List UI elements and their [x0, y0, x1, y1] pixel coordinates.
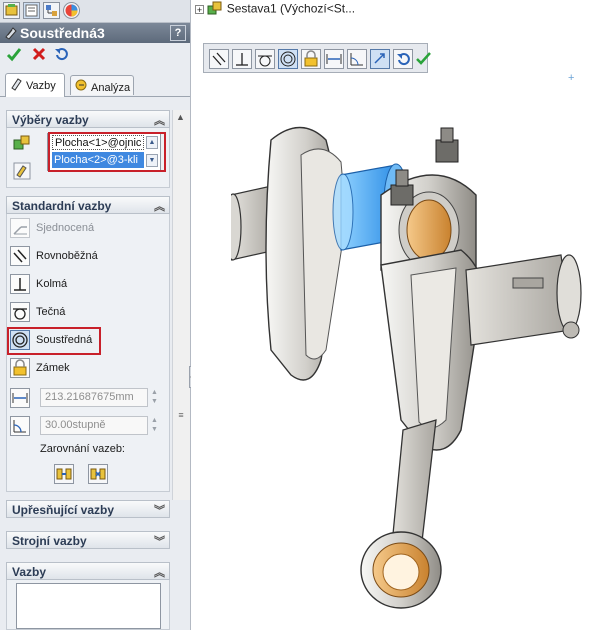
perpendicular-icon[interactable] [232, 49, 252, 69]
tab-analyza-label: Analýza [91, 82, 131, 94]
expand-icon[interactable]: + [195, 5, 204, 15]
feature-manager-tab-icon[interactable] [3, 2, 20, 19]
section-title-selections: Výběry vazby [12, 113, 89, 127]
tangent-icon [10, 302, 30, 322]
analysis-tab-icon [75, 79, 88, 98]
multiple-mate-mode-icon[interactable] [13, 162, 31, 183]
scroll-grip-icon[interactable]: ≡ [175, 410, 187, 420]
cancel-button[interactable] [31, 46, 47, 65]
collapse-icon[interactable]: ︽ [154, 564, 165, 580]
mates-tab-icon [11, 77, 23, 97]
action-buttons [0, 44, 190, 66]
page-title: Soustředná3 [20, 25, 105, 41]
ok-button[interactable] [6, 46, 22, 65]
parallel-icon[interactable] [209, 49, 229, 69]
collapse-icon[interactable]: ︽ [154, 198, 165, 214]
coincident-icon [10, 218, 30, 238]
cursor-cross-icon: + [568, 72, 575, 84]
mates-section [6, 580, 170, 630]
feature-tree-root[interactable]: + Sestava1 (Výchozí<St... [195, 1, 355, 18]
mates-list[interactable] [16, 583, 161, 629]
highlight-frame-selections [48, 132, 166, 172]
parallel-icon [10, 246, 30, 266]
section-header-selections[interactable]: Výběry vazby ︽ [6, 110, 170, 128]
property-manager-scrollbar[interactable]: ▲ ≡ [172, 110, 190, 500]
tab-analyza[interactable]: Analýza [70, 75, 134, 95]
assembly-name: Sestava1 (Výchozí<St... [226, 1, 356, 16]
assembly-icon [207, 1, 223, 18]
tab-vazby-label: Vazby [26, 80, 56, 92]
configuration-manager-tab-icon[interactable] [43, 2, 60, 19]
angle-stepper[interactable]: ▲ ▼ [150, 416, 159, 435]
crankshaft-model-view[interactable] [231, 100, 591, 610]
section-header-mechanical[interactable]: Strojní vazby ︾ [6, 531, 170, 549]
section-header-mates[interactable]: Vazby ︽ [6, 562, 170, 580]
mate-option-lock[interactable]: Zámek [10, 358, 160, 380]
distance-stepper[interactable]: ▲ ▼ [150, 388, 159, 407]
angle-icon[interactable] [10, 416, 30, 436]
undo-icon[interactable] [393, 49, 413, 69]
section-title-standard: Standardní vazby [12, 199, 112, 213]
section-title-advanced: Upřesňující vazby [12, 503, 115, 517]
section-title-mates: Vazby [12, 565, 47, 579]
section-title-mechanical: Strojní vazby [12, 534, 87, 548]
anti-aligned-button[interactable] [88, 464, 108, 484]
mate-option-perpendicular[interactable]: Kolmá [10, 274, 160, 296]
property-manager-title-bar: Soustředná3 ? [0, 23, 190, 43]
collapse-icon[interactable]: ︽ [154, 112, 165, 128]
confirm-icon[interactable] [416, 49, 431, 69]
highlight-frame-concentric [7, 327, 101, 355]
lock-icon [10, 358, 30, 378]
manager-tabs [0, 0, 190, 23]
perpendicular-icon [10, 274, 30, 294]
mate-option-tangent[interactable]: Tečná [10, 302, 160, 324]
mate-label: Tečná [36, 306, 66, 318]
mate-label: Rovnoběžná [36, 250, 98, 262]
entities-to-mate-icon [13, 134, 31, 155]
scroll-up-arrow-icon[interactable]: ▲ [176, 112, 185, 122]
mate-label: Zámek [36, 362, 70, 374]
distance-field[interactable]: 213.21687675mm [40, 388, 148, 407]
help-button[interactable]: ? [170, 25, 186, 41]
angle-icon[interactable] [347, 49, 367, 69]
angle-field[interactable]: 30.00stupně [40, 416, 148, 435]
aligned-button[interactable] [54, 464, 74, 484]
expand-icon[interactable]: ︾ [154, 533, 165, 549]
mate-label: Sjednocená [36, 222, 95, 234]
section-header-standard[interactable]: Standardní vazby ︽ [6, 196, 170, 214]
distance-icon[interactable] [10, 388, 30, 408]
mate-icon [4, 26, 18, 43]
property-tabs: Vazby Analýza [0, 72, 190, 97]
property-manager-tab-icon[interactable] [23, 2, 40, 19]
display-manager-tab-icon[interactable] [63, 2, 80, 19]
graphics-area[interactable]: + Sestava1 (Výchozí<St... + [191, 0, 600, 630]
mate-context-toolbar [203, 43, 431, 73]
concentric-icon[interactable] [278, 49, 298, 69]
tangent-icon[interactable] [255, 49, 275, 69]
mate-option-coincident[interactable]: Sjednocená [10, 218, 160, 240]
tab-vazby[interactable]: Vazby [5, 73, 65, 97]
mate-option-parallel[interactable]: Rovnoběžná [10, 246, 160, 268]
undo-button[interactable] [53, 46, 69, 65]
alignment-label: Zarovnání vazeb: [40, 443, 125, 455]
distance-icon[interactable] [324, 49, 344, 69]
section-header-advanced[interactable]: Upřesňující vazby ︾ [6, 500, 170, 518]
expand-icon[interactable]: ︾ [154, 502, 165, 518]
lock-icon[interactable] [301, 49, 321, 69]
mate-label: Kolmá [36, 278, 68, 290]
property-manager: Soustředná3 ? Vazby Analýza ▲ ≡ Výběry v… [0, 0, 191, 630]
flip-alignment-icon[interactable] [370, 49, 390, 69]
